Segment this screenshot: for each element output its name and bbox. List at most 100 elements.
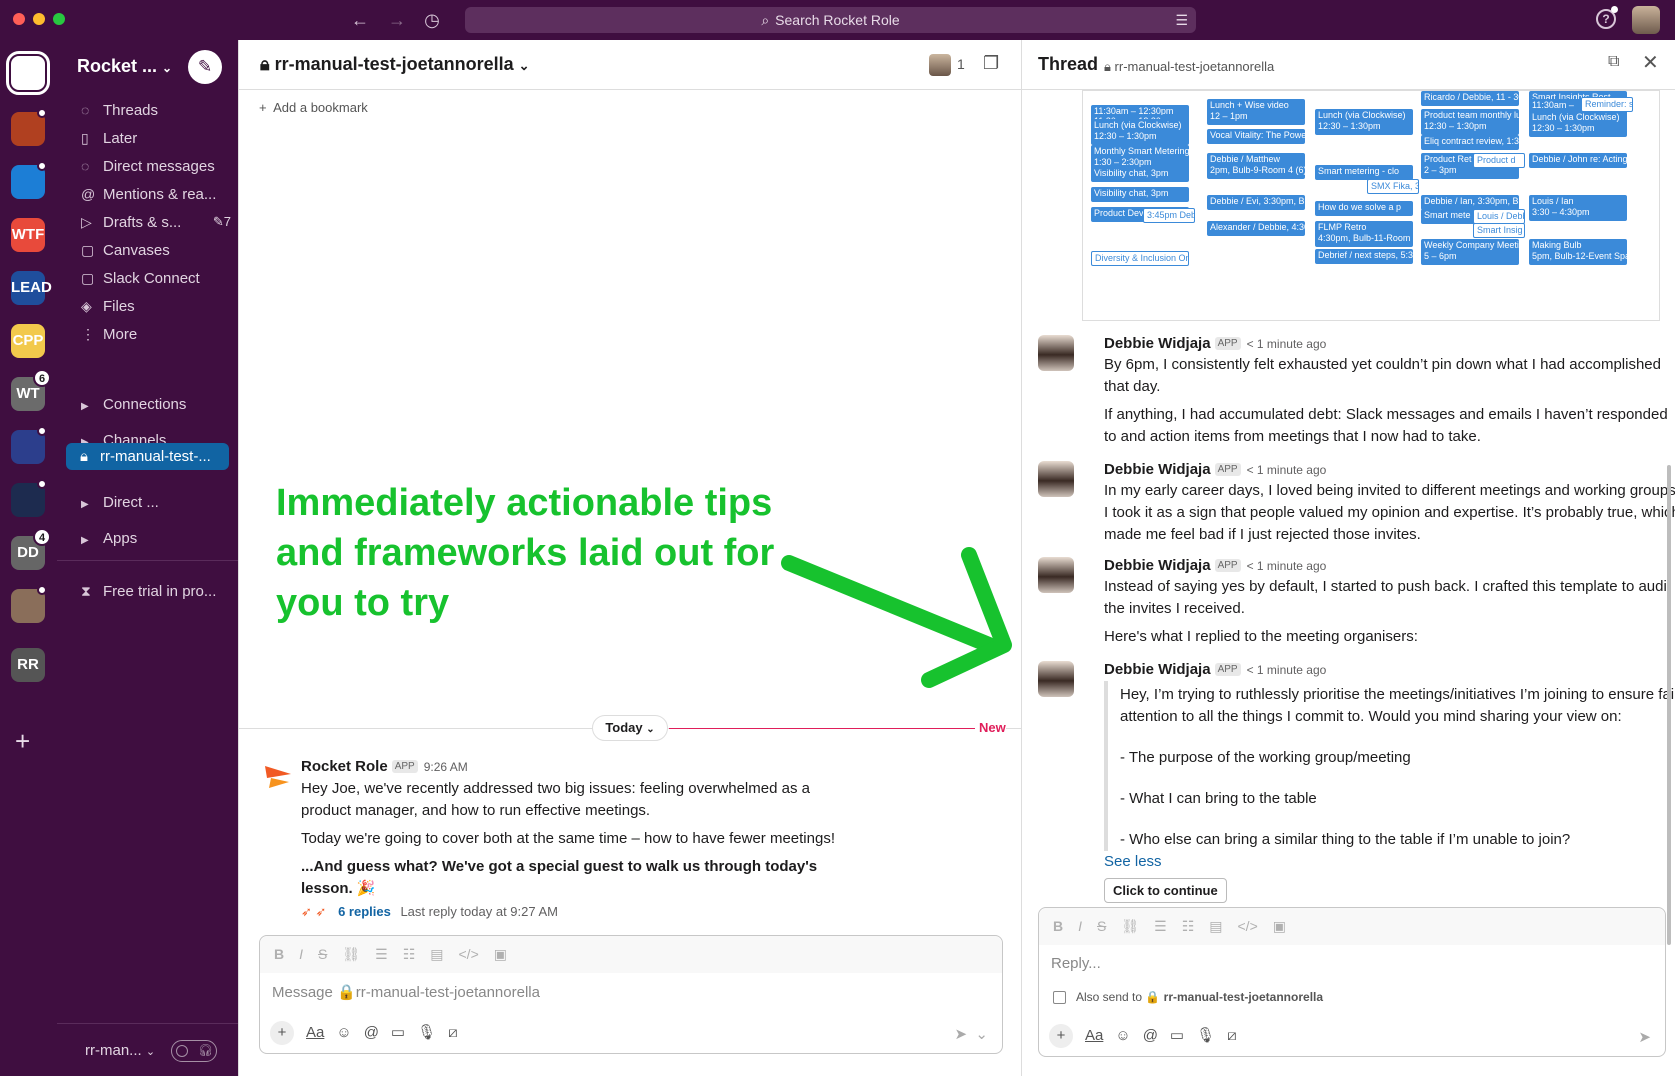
compose-button[interactable]: ✎ xyxy=(188,50,222,84)
message-time[interactable]: < 1 minute ago xyxy=(1247,337,1327,351)
debbie-avatar[interactable] xyxy=(1038,557,1074,593)
plus-icon[interactable]: + xyxy=(1049,1024,1073,1048)
strike-icon[interactable]: S xyxy=(318,936,327,973)
slash-command-icon[interactable]: ⧄ xyxy=(1227,1027,1237,1044)
mic-icon[interactable]: 🎙︎ xyxy=(1196,1026,1215,1044)
channel-title[interactable]: 🔒︎ rr-manual-test-joetannorella ⌄ xyxy=(260,54,530,75)
sidebar-item-canvases[interactable]: ▢ Canvases xyxy=(81,237,231,263)
ordered-list-icon[interactable]: ☰ xyxy=(1154,908,1167,945)
sidebar-item-slack[interactable]: ▢ Slack Connect xyxy=(81,265,231,291)
forward-arrow-icon[interactable]: → xyxy=(385,8,409,32)
today-pill[interactable]: Today ⌄ xyxy=(592,715,668,741)
click-to-continue-button[interactable]: Click to continue xyxy=(1104,878,1227,903)
code-icon[interactable]: </> xyxy=(459,936,479,973)
bullet-list-icon[interactable]: ☷ xyxy=(403,936,416,973)
italic-icon[interactable]: I xyxy=(299,936,303,973)
mic-icon[interactable]: 🎙︎ xyxy=(417,1023,436,1041)
workspace-name[interactable]: Rocket ... ⌄ xyxy=(77,56,172,77)
thread-channel[interactable]: 🔒︎ rr-manual-test-joetannorella xyxy=(1104,59,1274,75)
sidebar-item-drafts[interactable]: ▷ Drafts & s... ✎7 xyxy=(81,209,231,235)
section-direct[interactable]: ▶ Direct ... xyxy=(81,490,159,518)
video-icon[interactable]: ▭ xyxy=(1170,1026,1184,1044)
close-window-button[interactable] xyxy=(13,13,25,25)
rocket-role-avatar[interactable] xyxy=(261,758,297,794)
free-trial-link[interactable]: ⧗ Free trial in pro... xyxy=(81,578,231,604)
bold-icon[interactable]: B xyxy=(1053,908,1063,945)
message-input[interactable]: Message 🔒rr-manual-test-joetannorella xyxy=(260,973,1002,1011)
code-block-icon[interactable]: ▣ xyxy=(494,936,507,973)
zoom-window-button[interactable] xyxy=(53,13,65,25)
message-time[interactable]: < 1 minute ago xyxy=(1247,559,1327,573)
blockquote-icon[interactable]: ▤ xyxy=(1209,908,1222,945)
add-workspace-icon[interactable]: + xyxy=(15,726,30,757)
message-time[interactable]: < 1 minute ago xyxy=(1247,463,1327,477)
message-author[interactable]: Rocket Role xyxy=(301,758,388,775)
link-icon[interactable]: ⛓ xyxy=(1121,908,1139,945)
code-block-icon[interactable]: ▣ xyxy=(1273,908,1286,945)
reply-composer[interactable]: B I S ⛓ ☰ ☷ ▤ </> ▣ Reply... Also send to 🔒 rr-m… xyxy=(1038,907,1666,1057)
also-send-checkbox[interactable] xyxy=(1053,991,1066,1005)
message-author[interactable]: Debbie Widjaja xyxy=(1104,335,1211,352)
slash-command-icon[interactable]: ⧄ xyxy=(448,1024,458,1041)
section-apps[interactable]: ▶ Apps xyxy=(81,526,137,554)
message-author[interactable]: Debbie Widjaja xyxy=(1104,661,1211,678)
code-icon[interactable]: </> xyxy=(1238,908,1258,945)
replies-link[interactable]: 6 replies xyxy=(338,904,391,919)
video-icon[interactable]: ▭ xyxy=(391,1023,405,1041)
blockquote-icon[interactable]: ▤ xyxy=(430,936,443,973)
debbie-avatar[interactable] xyxy=(1038,661,1074,697)
huddle-toggle[interactable]: 🎧︎ xyxy=(171,1040,217,1062)
back-arrow-icon[interactable]: ← xyxy=(348,8,372,32)
sidebar-item-later[interactable]: ▯ Later xyxy=(81,125,231,151)
workspace-icon[interactable]: WTF xyxy=(11,218,45,252)
format-text-icon[interactable]: Aa xyxy=(306,1024,324,1041)
send-icon[interactable]: ➤ xyxy=(1638,1028,1651,1046)
strike-icon[interactable]: S xyxy=(1097,908,1106,945)
plus-icon[interactable]: + xyxy=(270,1021,294,1045)
also-send-option[interactable]: Also send to 🔒 rr-manual-test-joetannore… xyxy=(1053,990,1323,1005)
workspace-switcher[interactable]: rr-man... ⌄ xyxy=(85,1042,155,1059)
italic-icon[interactable]: I xyxy=(1078,908,1082,945)
sidebar-item-files[interactable]: ◈ Files xyxy=(81,293,231,319)
sidebar-item-more[interactable]: ⋮ More xyxy=(81,321,231,347)
message-composer[interactable]: B I S ⛓ ☰ ☷ ▤ </> ▣ Message 🔒rr-manual-test-joet… xyxy=(259,935,1003,1054)
mention-icon[interactable]: @ xyxy=(364,1024,379,1041)
ordered-list-icon[interactable]: ☰ xyxy=(375,936,388,973)
bullet-list-icon[interactable]: ☷ xyxy=(1182,908,1195,945)
section-connections[interactable]: ▶ Connections xyxy=(81,392,186,420)
workspace-icon[interactable] xyxy=(6,51,50,95)
sidebar-item-direct[interactable]: ◌ Direct messages xyxy=(81,153,231,179)
debbie-avatar[interactable] xyxy=(1038,335,1074,371)
channel-item-active[interactable]: 🔒︎ rr-manual-test-... xyxy=(66,443,229,470)
minimize-window-button[interactable] xyxy=(33,13,45,25)
close-icon[interactable]: ✕ xyxy=(1642,50,1659,75)
member-avatar[interactable] xyxy=(929,54,951,76)
filter-icon[interactable]: ☰ xyxy=(1175,7,1188,33)
add-bookmark-button[interactable]: + Add a bookmark xyxy=(259,100,368,115)
reply-input[interactable]: Reply... xyxy=(1039,945,1665,982)
message-author[interactable]: Debbie Widjaja xyxy=(1104,557,1211,574)
workspace-icon[interactable]: LEAD xyxy=(11,271,52,305)
workspace-icon[interactable]: RR xyxy=(11,648,45,682)
history-clock-icon[interactable]: ◷ xyxy=(420,8,444,32)
mention-icon[interactable]: @ xyxy=(1143,1027,1158,1044)
link-icon[interactable]: ⛓ xyxy=(342,936,360,973)
canvas-icon[interactable]: ❐ xyxy=(983,53,999,74)
sidebar-item-threads[interactable]: ◌ Threads xyxy=(81,97,231,123)
message-author[interactable]: Debbie Widjaja xyxy=(1104,461,1211,478)
format-text-icon[interactable]: Aa xyxy=(1085,1027,1103,1044)
message-time[interactable]: < 1 minute ago xyxy=(1247,663,1327,677)
sidebar-item-mentions[interactable]: @ Mentions & rea... xyxy=(81,181,231,207)
debbie-avatar[interactable] xyxy=(1038,461,1074,497)
member-count[interactable]: 1 xyxy=(957,56,965,72)
bold-icon[interactable]: B xyxy=(274,936,284,973)
workspace-icon[interactable]: CPP xyxy=(11,324,45,358)
send-icon[interactable]: ➤ ⌄ xyxy=(955,1025,988,1043)
see-less-link[interactable]: See less xyxy=(1104,853,1675,870)
emoji-icon[interactable]: ☺ xyxy=(1115,1027,1130,1044)
popout-icon[interactable]: ⧉ xyxy=(1608,53,1619,71)
message-time[interactable]: 9:26 AM xyxy=(424,760,468,774)
search-bar[interactable]: ⌕ Search Rocket Role ☰ xyxy=(465,7,1196,33)
scrollbar[interactable] xyxy=(1667,465,1671,945)
user-avatar[interactable] xyxy=(1632,6,1660,34)
